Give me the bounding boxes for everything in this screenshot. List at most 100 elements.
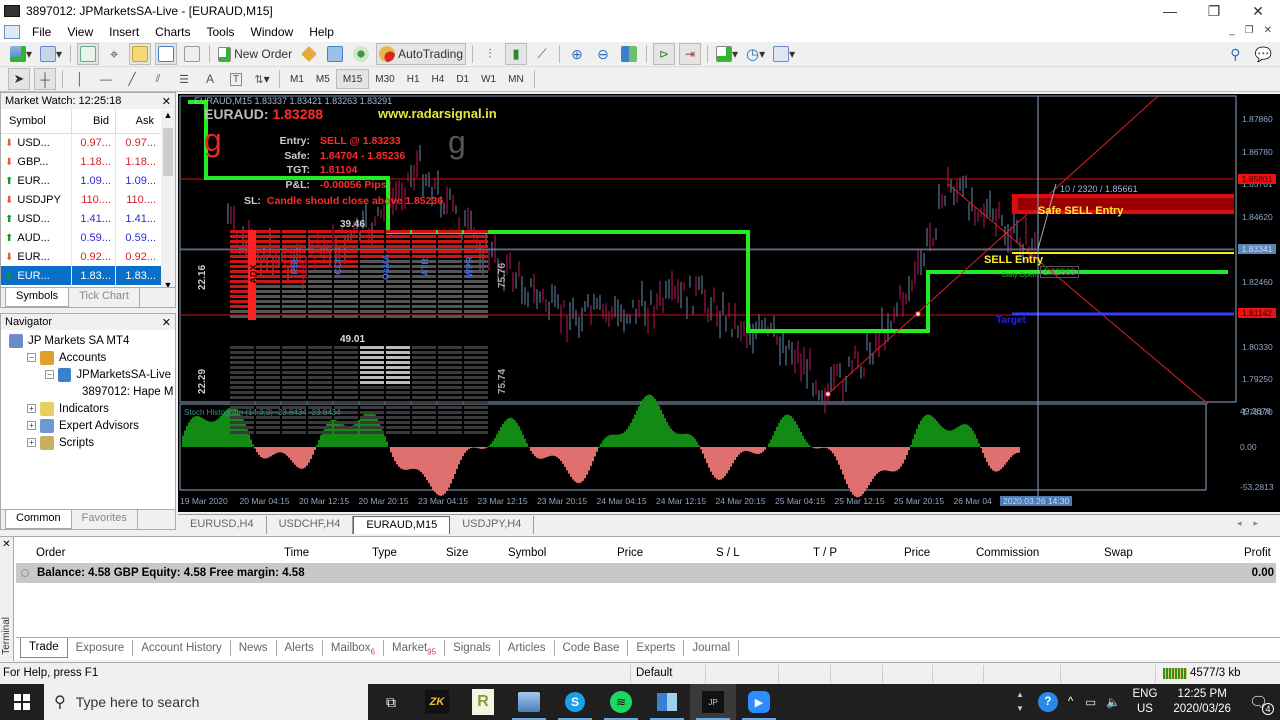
column-header-price-current[interactable]: Price: [904, 547, 930, 559]
text-label-tool[interactable]: T: [225, 68, 247, 90]
templates-button[interactable]: ▾: [771, 43, 797, 65]
volume-icon[interactable]: 🔈: [1106, 695, 1120, 709]
search-icon[interactable]: ⚲: [1230, 46, 1240, 63]
periods-button[interactable]: ◷ ▾: [744, 43, 767, 65]
cursor-tool[interactable]: ➤: [8, 68, 30, 90]
taskbar-app-skype[interactable]: S: [552, 684, 598, 720]
chart-tab[interactable]: EURAUD,M15: [353, 516, 451, 534]
expand-icon[interactable]: +: [27, 438, 36, 447]
column-header-time[interactable]: Time: [284, 547, 309, 559]
terminal-tab-journal[interactable]: Journal: [684, 639, 740, 656]
menu-help[interactable]: Help: [301, 25, 342, 39]
column-header-size[interactable]: Size: [446, 547, 468, 559]
menu-insert[interactable]: Insert: [101, 25, 147, 39]
terminal-tab-mailbox[interactable]: Mailbox6: [323, 639, 385, 656]
fibonacci-tool[interactable]: ☰: [173, 68, 195, 90]
timeframe-d1[interactable]: D1: [450, 69, 475, 89]
tab-scroll-arrows[interactable]: ◂▸: [1237, 518, 1270, 529]
market-watch-row[interactable]: ⬇ EUR... 0.92... 0.92...: [1, 247, 176, 266]
expand-icon[interactable]: +: [27, 404, 36, 413]
chart-tab[interactable]: USDJPY,H4: [450, 516, 535, 534]
collapse-icon[interactable]: −: [27, 353, 36, 362]
column-header-bid[interactable]: Bid: [71, 109, 116, 134]
market-watch-row[interactable]: ⬇ GBP... 1.18... 1.18...: [1, 152, 176, 171]
menu-view[interactable]: View: [59, 25, 101, 39]
terminal-tab-news[interactable]: News: [231, 639, 277, 656]
balance-row[interactable]: Balance: 4.58 GBP Equity: 4.58 Free marg…: [16, 563, 1276, 583]
market-watch-row[interactable]: ⬆ EUR... 1.09... 1.09...: [1, 171, 176, 190]
restore-button[interactable]: ❐: [1192, 0, 1236, 22]
bar-chart-button[interactable]: ⫶: [479, 43, 501, 65]
market-watch-row[interactable]: ⬇ USD... 0.97... 0.97...: [1, 133, 176, 152]
task-view-button[interactable]: ⧉: [368, 684, 414, 720]
strategy-tester-button[interactable]: [181, 43, 203, 65]
auto-scroll-button[interactable]: ⊳: [653, 43, 676, 65]
clock[interactable]: 12:25 PM 2020/03/26: [1173, 687, 1231, 717]
navigator-item[interactable]: + Scripts: [5, 434, 171, 451]
chart-shift-button[interactable]: ⇥: [679, 43, 702, 65]
taskbar-app-computer[interactable]: [506, 684, 552, 720]
taskbar-app-zk[interactable]: ZK: [414, 684, 460, 720]
column-header-order[interactable]: Order: [36, 547, 65, 559]
market-watch-row[interactable]: ⬆ USD... 1.41... 1.41...: [1, 209, 176, 228]
terminal-tab-account-history[interactable]: Account History: [133, 639, 231, 656]
column-header-symbol[interactable]: Symbol: [508, 547, 546, 559]
options-button[interactable]: [324, 43, 346, 65]
menu-window[interactable]: Window: [243, 25, 302, 39]
mdi-restore-button[interactable]: ❐: [1245, 25, 1254, 36]
column-header-price[interactable]: Price: [617, 547, 643, 559]
navigator-close-icon[interactable]: ✕: [162, 316, 171, 329]
crosshair-tool[interactable]: ┼: [34, 68, 56, 90]
terminal-tab-signals[interactable]: Signals: [445, 639, 500, 656]
timeframe-h1[interactable]: H1: [401, 69, 426, 89]
navigator-item[interactable]: + Indicators: [5, 400, 171, 417]
horizontal-line-tool[interactable]: —: [95, 68, 117, 90]
new-order-button[interactable]: New Order: [216, 43, 294, 65]
terminal-button[interactable]: [155, 43, 178, 65]
new-chart-button[interactable]: ▾: [8, 43, 34, 65]
market-watch-row[interactable]: ⬆ EUR... 1.83... 1.83...: [1, 266, 176, 285]
line-chart-button[interactable]: ⟋: [531, 43, 553, 65]
tab-favorites[interactable]: Favorites: [72, 510, 138, 529]
tab-common[interactable]: Common: [5, 510, 72, 529]
equidistant-channel-tool[interactable]: ⫽: [147, 68, 169, 90]
market-watch-button[interactable]: [77, 43, 100, 65]
column-header-tp[interactable]: T / P: [813, 547, 837, 559]
market-watch-scrollbar[interactable]: ▲ ▼: [161, 110, 175, 290]
taskbar-app-zoom[interactable]: ▶: [736, 684, 782, 720]
start-button[interactable]: [0, 684, 44, 720]
vertical-line-tool[interactable]: │: [69, 68, 91, 90]
navigator-item[interactable]: − Accounts: [5, 349, 171, 366]
menu-charts[interactable]: Charts: [147, 25, 198, 39]
metaeditor-button[interactable]: [298, 43, 320, 65]
navigator-item[interactable]: + Expert Advisors: [5, 417, 171, 434]
expand-icon[interactable]: +: [27, 421, 36, 430]
zoom-out-button[interactable]: ⊖: [592, 43, 614, 65]
timeframe-m1[interactable]: M1: [284, 69, 310, 89]
terminal-tab-trade[interactable]: Trade: [20, 637, 68, 658]
taskbar-app-mt4[interactable]: JP: [690, 684, 736, 720]
chat-icon[interactable]: 💬: [1255, 46, 1272, 63]
close-button[interactable]: ✕: [1236, 0, 1280, 22]
mdi-close-button[interactable]: ✕: [1264, 25, 1272, 36]
terminal-tab-exposure[interactable]: Exposure: [68, 639, 134, 656]
zoom-in-button[interactable]: ⊕: [566, 43, 588, 65]
help-tray-icon[interactable]: ?: [1037, 692, 1058, 712]
timeframe-m30[interactable]: M30: [369, 69, 400, 89]
tile-windows-button[interactable]: [618, 43, 640, 65]
column-header-swap[interactable]: Swap: [1104, 547, 1133, 559]
taskbar-app-spotify[interactable]: ≋: [598, 684, 644, 720]
timeframe-mn[interactable]: MN: [502, 69, 530, 89]
autotrading-button[interactable]: AutoTrading: [376, 43, 467, 65]
column-header-profit[interactable]: Profit: [1244, 547, 1271, 559]
profiles-button[interactable]: ▾: [38, 43, 64, 65]
navigator-item[interactable]: JP Markets SA MT4: [5, 332, 171, 349]
column-header-sl[interactable]: S / L: [716, 547, 740, 559]
collapse-icon[interactable]: −: [45, 370, 54, 379]
column-header-symbol[interactable]: Symbol: [1, 109, 73, 134]
menu-file[interactable]: File: [24, 25, 59, 39]
chart-window-icon[interactable]: [4, 25, 20, 39]
scroll-thumb[interactable]: [163, 128, 173, 176]
signals-button[interactable]: [350, 43, 372, 65]
chart-tab[interactable]: EURUSD,H4: [178, 516, 267, 534]
